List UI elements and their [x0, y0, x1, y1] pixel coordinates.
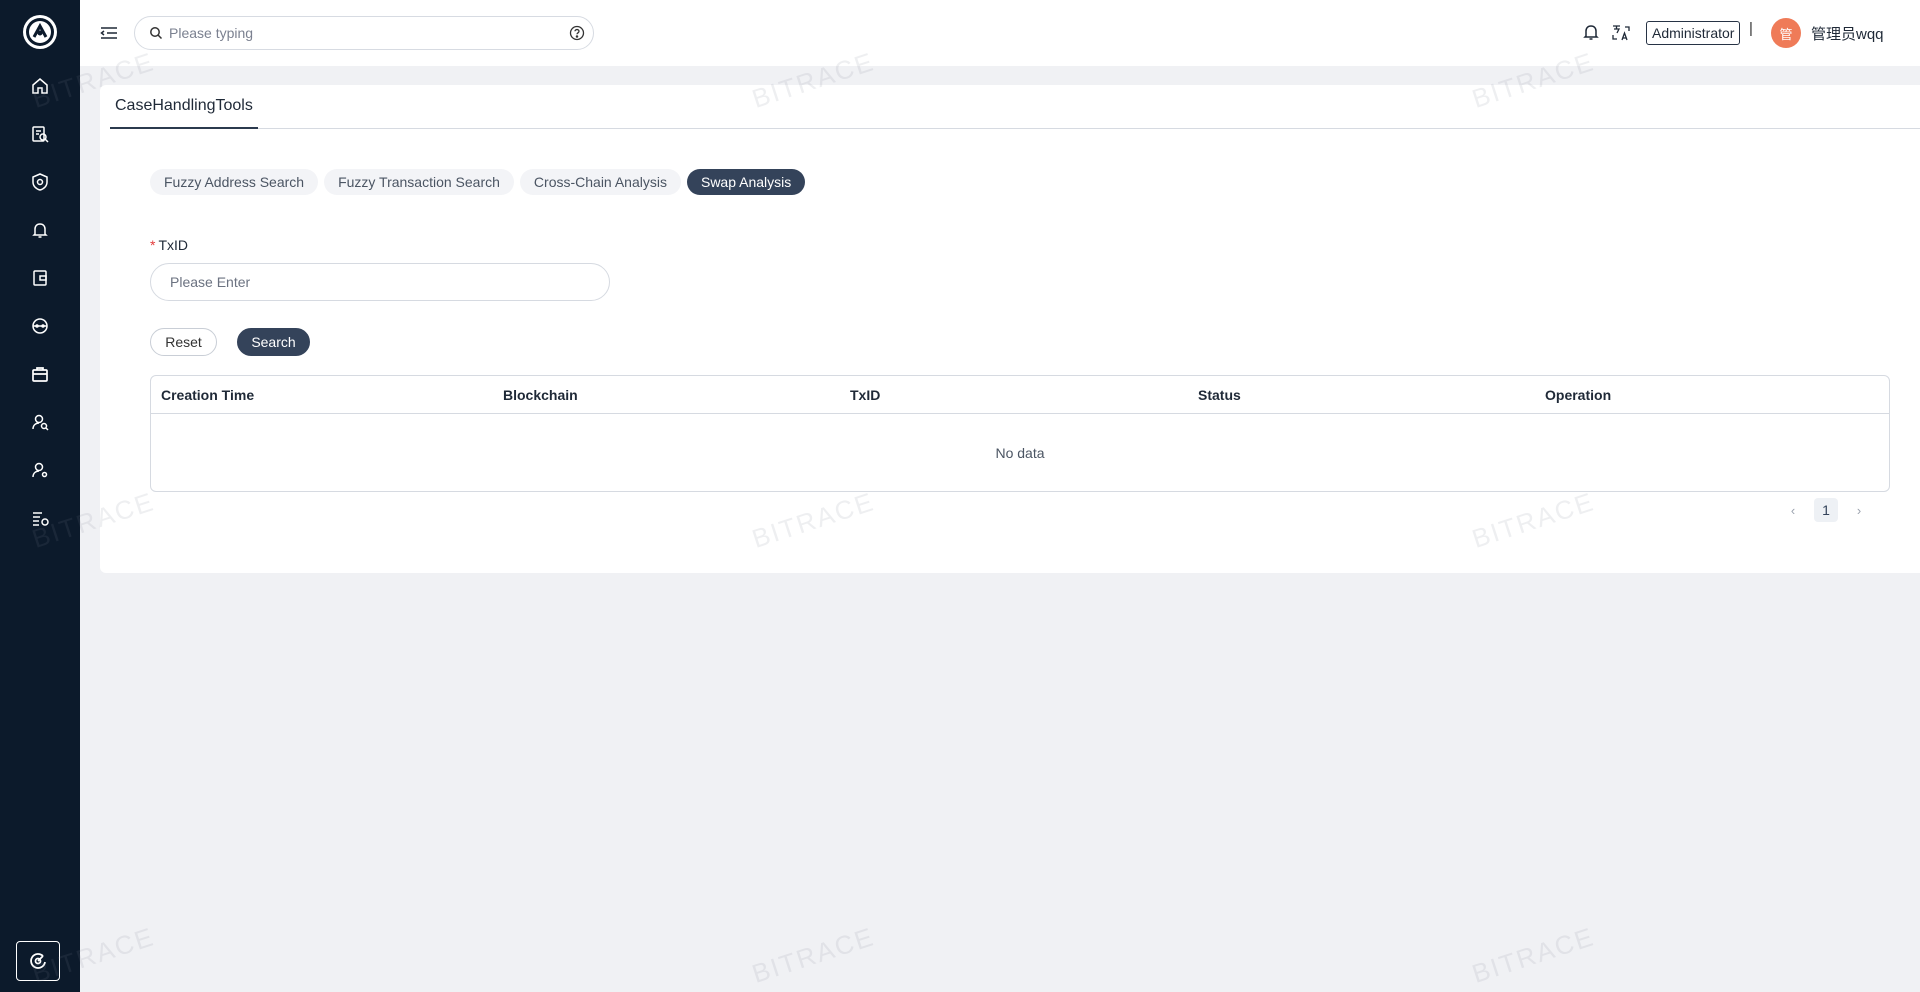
- header-separator: |: [1749, 20, 1753, 37]
- global-search[interactable]: [134, 16, 594, 50]
- wallet-icon: [33, 270, 47, 286]
- refresh-logo-icon: [30, 953, 46, 969]
- txid-label: * TxID: [150, 237, 188, 253]
- sidebar-collapse-button[interactable]: [16, 941, 60, 981]
- user-search-icon: [32, 414, 49, 431]
- txid-input[interactable]: [150, 263, 610, 301]
- sidebar-item-records[interactable]: [16, 494, 64, 542]
- sidebar-item-home[interactable]: [16, 62, 64, 110]
- sidebar-item-chain[interactable]: [16, 302, 64, 350]
- search-icon: [150, 27, 163, 40]
- sidebar-item-reports[interactable]: [16, 110, 64, 158]
- main-card: CaseHandlingTools Fuzzy Address Search F…: [100, 85, 1920, 573]
- page-tabs: CaseHandlingTools: [110, 85, 1920, 129]
- search-button[interactable]: Search: [237, 328, 310, 356]
- help-icon[interactable]: [569, 25, 585, 41]
- sidebar-item-user-search[interactable]: [16, 398, 64, 446]
- tool-tabs: Fuzzy Address Search Fuzzy Transaction S…: [150, 169, 806, 195]
- sidebar-nav: [16, 62, 64, 542]
- column-header: Creation Time: [161, 386, 255, 403]
- list-coins-icon: [33, 512, 49, 526]
- sidebar-item-wallet[interactable]: [16, 254, 64, 302]
- shield-icon: [32, 173, 48, 191]
- sidebar-item-security[interactable]: [16, 158, 64, 206]
- watermark: BITRACE: [748, 921, 879, 989]
- prev-page-button[interactable]: ‹: [1782, 499, 1804, 521]
- user-settings-icon: [32, 462, 48, 478]
- txid-label-text: TxID: [158, 237, 189, 253]
- sidebar: [0, 0, 80, 992]
- tab-case-handling-tools[interactable]: CaseHandlingTools: [110, 85, 258, 129]
- results-table: Creation Time Blockchain TxID Status Ope…: [150, 375, 1890, 492]
- watermark: BITRACE: [1468, 921, 1599, 989]
- column-header: Blockchain: [503, 386, 578, 403]
- page-number[interactable]: 1: [1814, 498, 1838, 522]
- tab-swap-analysis[interactable]: Swap Analysis: [686, 169, 806, 195]
- sidebar-item-tools[interactable]: [16, 350, 64, 398]
- pagination: ‹ 1 ›: [1782, 498, 1870, 522]
- column-header: Status: [1198, 386, 1241, 403]
- tab-fuzzy-address-search[interactable]: Fuzzy Address Search: [150, 169, 319, 195]
- required-mark: *: [150, 237, 156, 253]
- bell-icon: [32, 223, 48, 238]
- toolbox-icon: [32, 367, 48, 382]
- tab-fuzzy-transaction-search[interactable]: Fuzzy Transaction Search: [324, 169, 514, 195]
- home-icon: [32, 78, 48, 94]
- sidebar-item-alerts[interactable]: [16, 206, 64, 254]
- chain-icon: [32, 318, 48, 334]
- next-page-button[interactable]: ›: [1848, 499, 1870, 521]
- reset-button[interactable]: Reset: [150, 328, 217, 356]
- logo-icon[interactable]: [23, 15, 57, 49]
- username[interactable]: 管理员wqq: [1811, 23, 1884, 44]
- language-switch-icon[interactable]: [1610, 22, 1632, 44]
- global-search-input[interactable]: [169, 25, 569, 41]
- column-header: TxID: [850, 386, 881, 403]
- role-badge: Administrator: [1646, 21, 1741, 45]
- report-search-icon: [32, 126, 49, 143]
- avatar[interactable]: 管: [1771, 18, 1801, 48]
- empty-state: No data: [995, 444, 1045, 461]
- sidebar-item-user-settings[interactable]: [16, 446, 64, 494]
- menu-toggle-icon[interactable]: [98, 22, 120, 44]
- notification-bell-icon[interactable]: [1581, 22, 1601, 42]
- tab-cross-chain-analysis[interactable]: Cross-Chain Analysis: [519, 169, 681, 195]
- table-header: Creation Time Blockchain TxID Status Ope…: [151, 376, 1889, 414]
- column-header: Operation: [1545, 386, 1612, 403]
- top-header: Administrator | 管 管理员wqq: [80, 0, 1920, 66]
